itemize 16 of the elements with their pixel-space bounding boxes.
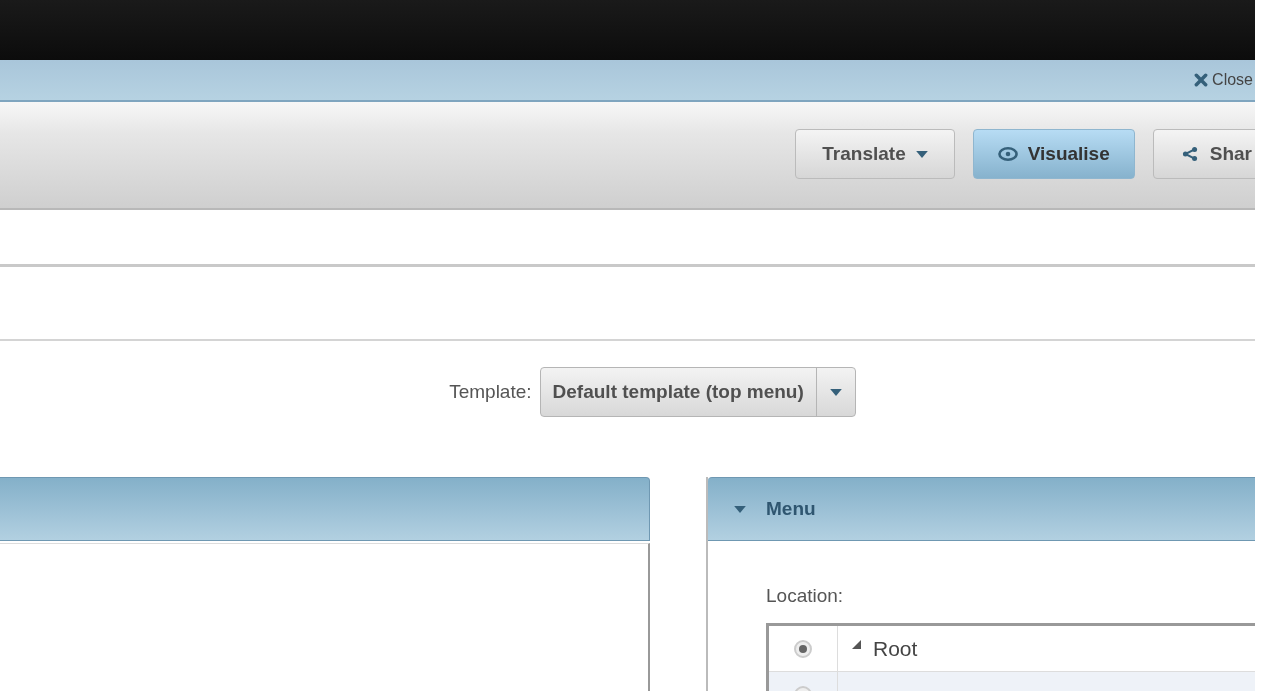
expand-icon[interactable] [852,640,861,649]
toolbar-button[interactable]: Visualise [972,129,1135,179]
close-icon [1194,73,1209,87]
panel-title: Menu [766,498,816,520]
panel-header[interactable]: Menu [708,477,1255,541]
eye-icon [997,146,1018,162]
toolbar-button[interactable]: Translate [795,129,955,179]
radio-button[interactable] [794,639,812,658]
tree-item[interactable]: Root [873,636,918,661]
caret-icon [829,388,842,396]
location-label: Location: [766,585,845,607]
template-select[interactable]: Default template (top menu) [539,367,856,417]
close-link[interactable]: Close [1194,71,1255,89]
caret-icon [915,150,928,158]
template-label: Template: [449,381,532,403]
toolbar-button[interactable]: Shar [1152,129,1255,179]
